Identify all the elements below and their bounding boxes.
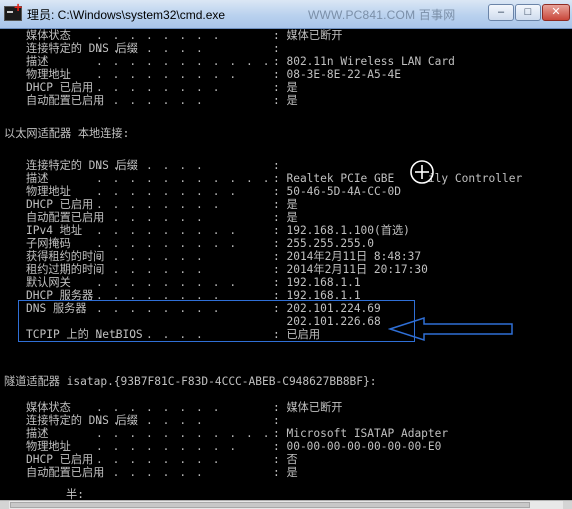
window-title: 理员: C:\Windows\system32\cmd.exe: [27, 8, 226, 22]
tunnel-row-label: 描述: [26, 427, 49, 440]
ethernet-row-value: : 255.255.255.0: [273, 237, 375, 250]
ethernet-row-value: : 50-46-5D-4A-CC-0D: [273, 185, 401, 198]
wireless-row-value: : 媒体已断开: [273, 29, 343, 42]
tunnel-row-dots: . . . . . . . . . . .: [96, 427, 272, 440]
ethernet-row-label: 子网掩码: [26, 237, 71, 250]
tunnel-row-dots: . . . . . . .: [96, 414, 205, 427]
ethernet-row-value: : 192.168.1.100(首选): [273, 224, 410, 237]
wireless-row-dots: . . . . . . . . .: [96, 68, 238, 81]
ethernet-row-dots: . . . . . . .: [96, 250, 205, 263]
tunnel-row-dots: . . . . . . . .: [96, 401, 222, 414]
ethernet-row-dots: . . . . . . .: [96, 263, 205, 276]
ethernet-row-label: 自动配置已启用: [26, 211, 105, 224]
ethernet-row-value: : 2014年2月11日 20:17:30: [273, 263, 428, 276]
ethernet-row-value: : 192.168.1.1: [273, 276, 361, 289]
ethernet-row-dots: . . . . . . .: [96, 211, 205, 224]
ethernet-row-label: 租约过期的时间: [26, 263, 105, 276]
horizontal-scrollbar[interactable]: [0, 500, 572, 509]
crosshair-cursor-icon: [410, 160, 434, 184]
ethernet-row-value: : 是: [273, 211, 298, 224]
prompt-fragment: 半:: [66, 488, 84, 500]
wireless-row-dots: . . . . . . . .: [96, 81, 222, 94]
ethernet-row-label: 获得租约的时间: [26, 250, 105, 263]
dns-highlight-box: [18, 300, 415, 342]
wireless-row-label: 自动配置已启用: [26, 94, 105, 107]
ethernet-row-dots: . . . . . . . .: [96, 198, 222, 211]
site-watermark: WWW.PC841.COM 百事网: [308, 8, 456, 22]
ethernet-row-dots: . . . . . . . . .: [96, 237, 238, 250]
wireless-row-dots: . . . . . . .: [96, 42, 205, 55]
tunnel-row-label: 物理地址: [26, 440, 71, 453]
wireless-row-value: : 802.11n Wireless LAN Card: [273, 55, 455, 68]
scroll-thumb[interactable]: [10, 502, 530, 508]
ethernet-row-dots: . . . . . . . . .: [96, 224, 238, 237]
pointer-arrow-icon: [388, 316, 513, 342]
wireless-row-dots: . . . . . . . . . . .: [96, 55, 272, 68]
ethernet-row-dots: . . . . . . .: [96, 159, 205, 172]
ethernet-row-value: :: [273, 159, 280, 172]
scroll-right-button[interactable]: [563, 501, 572, 509]
minimize-button[interactable]: –: [488, 4, 514, 21]
ethernet-row-value: : Realtek PCIe GBE ily Controller: [273, 172, 523, 185]
tunnel-adapter-heading: 隧道适配器 isatap.{93B7F81C-F83D-4CCC-ABEB-C9…: [4, 375, 377, 388]
ethernet-row-dots: . . . . . . . . .: [96, 185, 238, 198]
ethernet-row-dots: . . . . . . . . . . .: [96, 172, 272, 185]
console-output[interactable]: 媒体状态. . . . . . . .: 媒体已断开 连接特定的 DNS 后缀. …: [0, 29, 572, 500]
wireless-row-label: 媒体状态: [26, 29, 71, 42]
tunnel-row-dots: . . . . . . . . .: [96, 440, 238, 453]
tunnel-row-dots: . . . . . . . .: [96, 453, 222, 466]
wireless-row-label: 物理地址: [26, 68, 71, 81]
ethernet-row-label: IPv4 地址: [26, 224, 83, 237]
maximize-button[interactable]: □: [515, 4, 541, 21]
ethernet-row-label: 物理地址: [26, 185, 71, 198]
wireless-row-value: :: [273, 42, 280, 55]
ethernet-row-value: : 是: [273, 198, 298, 211]
wireless-row-value: : 是: [273, 94, 298, 107]
tunnel-row-value: : 是: [273, 466, 298, 479]
ethernet-adapter-heading: 以太网适配器 本地连接:: [4, 127, 130, 140]
ethernet-row-label: 描述: [26, 172, 49, 185]
scroll-left-button[interactable]: [0, 501, 9, 509]
tunnel-row-value: : 00-00-00-00-00-00-00-E0: [273, 440, 442, 453]
tunnel-row-value: :: [273, 414, 280, 427]
tunnel-row-value: : 否: [273, 453, 298, 466]
tunnel-row-label: 自动配置已启用: [26, 466, 105, 479]
wireless-row-label: DHCP 已启用: [26, 81, 94, 94]
ethernet-row-label: DHCP 已启用: [26, 198, 94, 211]
tunnel-row-dots: . . . . . . .: [96, 466, 205, 479]
tunnel-row-label: 媒体状态: [26, 401, 71, 414]
close-button[interactable]: ✕: [542, 4, 570, 21]
plus-badge-icon: +: [14, 0, 23, 15]
wireless-row-label: 描述: [26, 55, 49, 68]
tunnel-row-value: : 媒体已断开: [273, 401, 343, 414]
tunnel-row-label: DHCP 已启用: [26, 453, 94, 466]
ethernet-row-value: : 2014年2月11日 8:48:37: [273, 250, 422, 263]
wireless-row-dots: . . . . . . .: [96, 94, 205, 107]
tunnel-row-value: : Microsoft ISATAP Adapter: [273, 427, 449, 440]
ethernet-row-dots: . . . . . . . . .: [96, 276, 238, 289]
wireless-row-value: : 是: [273, 81, 298, 94]
wireless-row-value: : 08-3E-8E-22-A5-4E: [273, 68, 401, 81]
window-titlebar[interactable]: + 理员: C:\Windows\system32\cmd.exe WWW.PC…: [0, 0, 572, 29]
ethernet-row-label: 默认网关: [26, 276, 71, 289]
wireless-row-dots: . . . . . . . .: [96, 29, 222, 42]
